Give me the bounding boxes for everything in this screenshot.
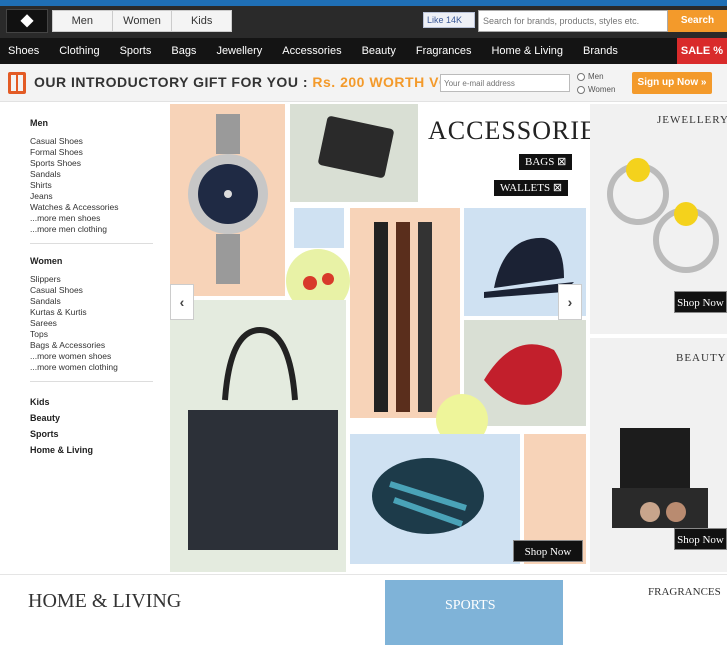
gift-icon [8,72,26,94]
sidebar-link[interactable]: Shirts [30,180,165,191]
divider [30,381,153,382]
sidebar: Men Casual Shoes Formal Shoes Sports Sho… [0,104,165,574]
sidebar-link[interactable]: Jeans [30,191,165,202]
watch-tile[interactable] [170,104,285,296]
gift-text: OUR INTRODUCTORY GIFT FOR YOU : Rs. 200 … [34,74,508,90]
signup-button[interactable]: Sign up Now » [632,72,712,94]
bag-tile[interactable] [170,300,346,572]
sidebar-link[interactable]: Tops [30,329,165,340]
accessories-mosaic: ACCESSORIES BAGS ⊠ WALLETS ⊠ ‹ › Shop No… [168,104,611,572]
accessories-title: ACCESSORIES [428,116,613,145]
bag-icon [188,326,338,550]
category-nav: Shoes Clothing Sports Bags Jewellery Acc… [0,38,727,64]
beauty-title: BEAUTY [676,352,727,364]
bags-tag-label: BAGS [525,156,555,168]
fragrances-title[interactable]: FRAGRANCES [648,586,721,598]
wallet-tile[interactable] [290,104,418,202]
top-bar: ◆ Men Women Kids Like 14K Search [0,0,727,38]
nav-shoes[interactable]: Shoes [8,45,39,57]
nav-brands[interactable]: Brands [583,45,618,57]
nav-sale[interactable]: SALE % [677,38,727,64]
tab-kids[interactable]: Kids [172,11,231,31]
sidebar-link[interactable]: ...more women clothing [30,362,165,373]
radio-circle [577,72,585,81]
blue-tile [294,208,344,248]
carousel-next-button[interactable]: › [558,284,582,320]
sidebar-link[interactable]: Kurtas & Kurtis [30,307,165,318]
watch-icon [188,114,268,284]
sidebar-item-beauty[interactable]: Beauty [30,410,165,426]
tab-men[interactable]: Men [53,11,113,31]
nav-bags[interactable]: Bags [171,45,196,57]
search-input[interactable] [478,10,668,32]
email-field[interactable] [440,74,570,92]
belts-icon [374,222,432,412]
search-button[interactable]: Search [668,10,727,32]
nav-sports[interactable]: Sports [120,45,152,57]
nav-fragrances[interactable]: Fragrances [416,45,472,57]
sidebar-heading-women[interactable]: Women [30,256,165,266]
sidebar-link[interactable]: Sarees [30,318,165,329]
sidebar-link[interactable]: Sports Shoes [30,158,165,169]
wallets-tag[interactable]: WALLETS ⊠ [494,180,569,196]
sidebar-item-sports[interactable]: Sports [30,426,165,442]
site-logo[interactable]: ◆ [6,9,48,33]
gender-radio-group: Men Women [577,70,627,96]
sidebar-heading-men[interactable]: Men [30,118,165,128]
radio-label-men: Men [588,72,604,81]
radio-women[interactable]: Women [577,83,627,96]
sidebar-link[interactable]: Sandals [30,169,165,180]
home-living-title[interactable]: HOME & LIVING [28,590,181,613]
wallet-icon [318,116,394,178]
radio-label-women: Women [588,85,616,94]
shop-now-button[interactable]: Shop Now [513,540,583,562]
tab-women[interactable]: Women [113,11,173,31]
jewellery-shop-button[interactable]: Shop Now [674,291,727,313]
sidebar-item-home-living[interactable]: Home & Living [30,442,165,458]
belts-tile[interactable] [350,208,460,418]
nav-jewellery[interactable]: Jewellery [216,45,262,57]
sidebar-link[interactable]: ...more women shoes [30,351,165,362]
divider [30,243,153,244]
sidebar-link[interactable]: Slippers [30,274,165,285]
sidebar-link[interactable]: Watches & Accessories [30,202,165,213]
nav-home-living[interactable]: Home & Living [491,45,563,57]
wallets-tag-label: WALLETS [500,182,551,194]
facebook-like-button[interactable]: Like 14K [423,12,475,28]
page-root: ◆ Men Women Kids Like 14K Search Shoes C… [0,0,727,645]
nav-beauty[interactable]: Beauty [362,45,396,57]
nav-accessories[interactable]: Accessories [282,45,341,57]
sports-title[interactable]: SPORTS [445,598,496,614]
sidebar-link[interactable]: ...more men shoes [30,213,165,224]
radio-men[interactable]: Men [577,70,627,83]
sidebar-link[interactable]: Casual Shoes [30,136,165,147]
like-label: Like [427,15,444,25]
sidebar-link[interactable]: Bags & Accessories [30,340,165,351]
tie-icon [372,458,484,534]
nav-clothing[interactable]: Clothing [59,45,99,57]
sidebar-link[interactable]: ...more men clothing [30,224,165,235]
carousel-prev-button[interactable]: ‹ [170,284,194,320]
sidebar-link[interactable]: Casual Shoes [30,285,165,296]
radio-circle [577,85,585,94]
like-count: 14K [446,15,463,25]
jewellery-title: JEWELLERY [657,114,727,126]
sidebar-link[interactable]: Sandals [30,296,165,307]
gift-banner: OUR INTRODUCTORY GIFT FOR YOU : Rs. 200 … [0,64,727,102]
sidebar-item-kids[interactable]: Kids [30,394,165,410]
gender-tabs: Men Women Kids [52,10,232,32]
bags-tag[interactable]: BAGS ⊠ [519,154,573,170]
gift-headline: OUR INTRODUCTORY GIFT FOR YOU : [34,74,308,90]
sidebar-link[interactable]: Formal Shoes [30,147,165,158]
beauty-shop-button[interactable]: Shop Now [674,528,727,550]
tie-tile[interactable] [350,434,520,564]
